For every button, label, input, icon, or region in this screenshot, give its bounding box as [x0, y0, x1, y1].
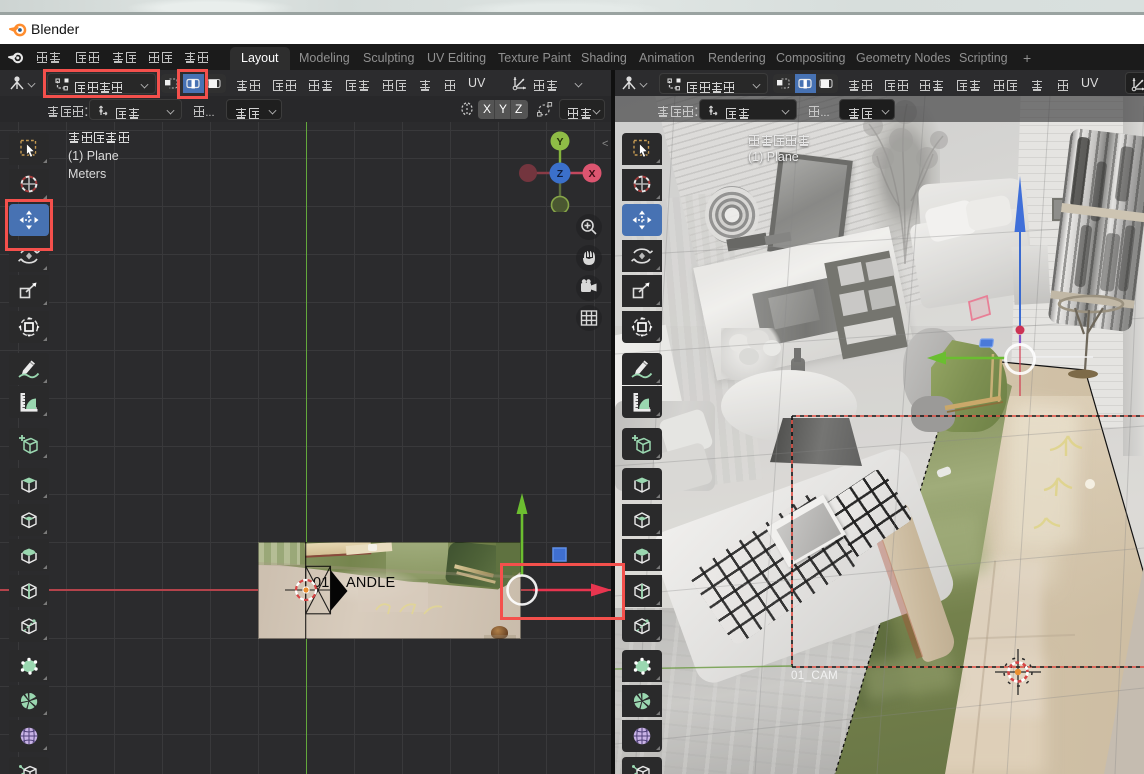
svg-text:Y: Y: [556, 136, 563, 148]
svg-text:Z: Z: [557, 168, 564, 180]
svg-text:X: X: [588, 168, 595, 180]
